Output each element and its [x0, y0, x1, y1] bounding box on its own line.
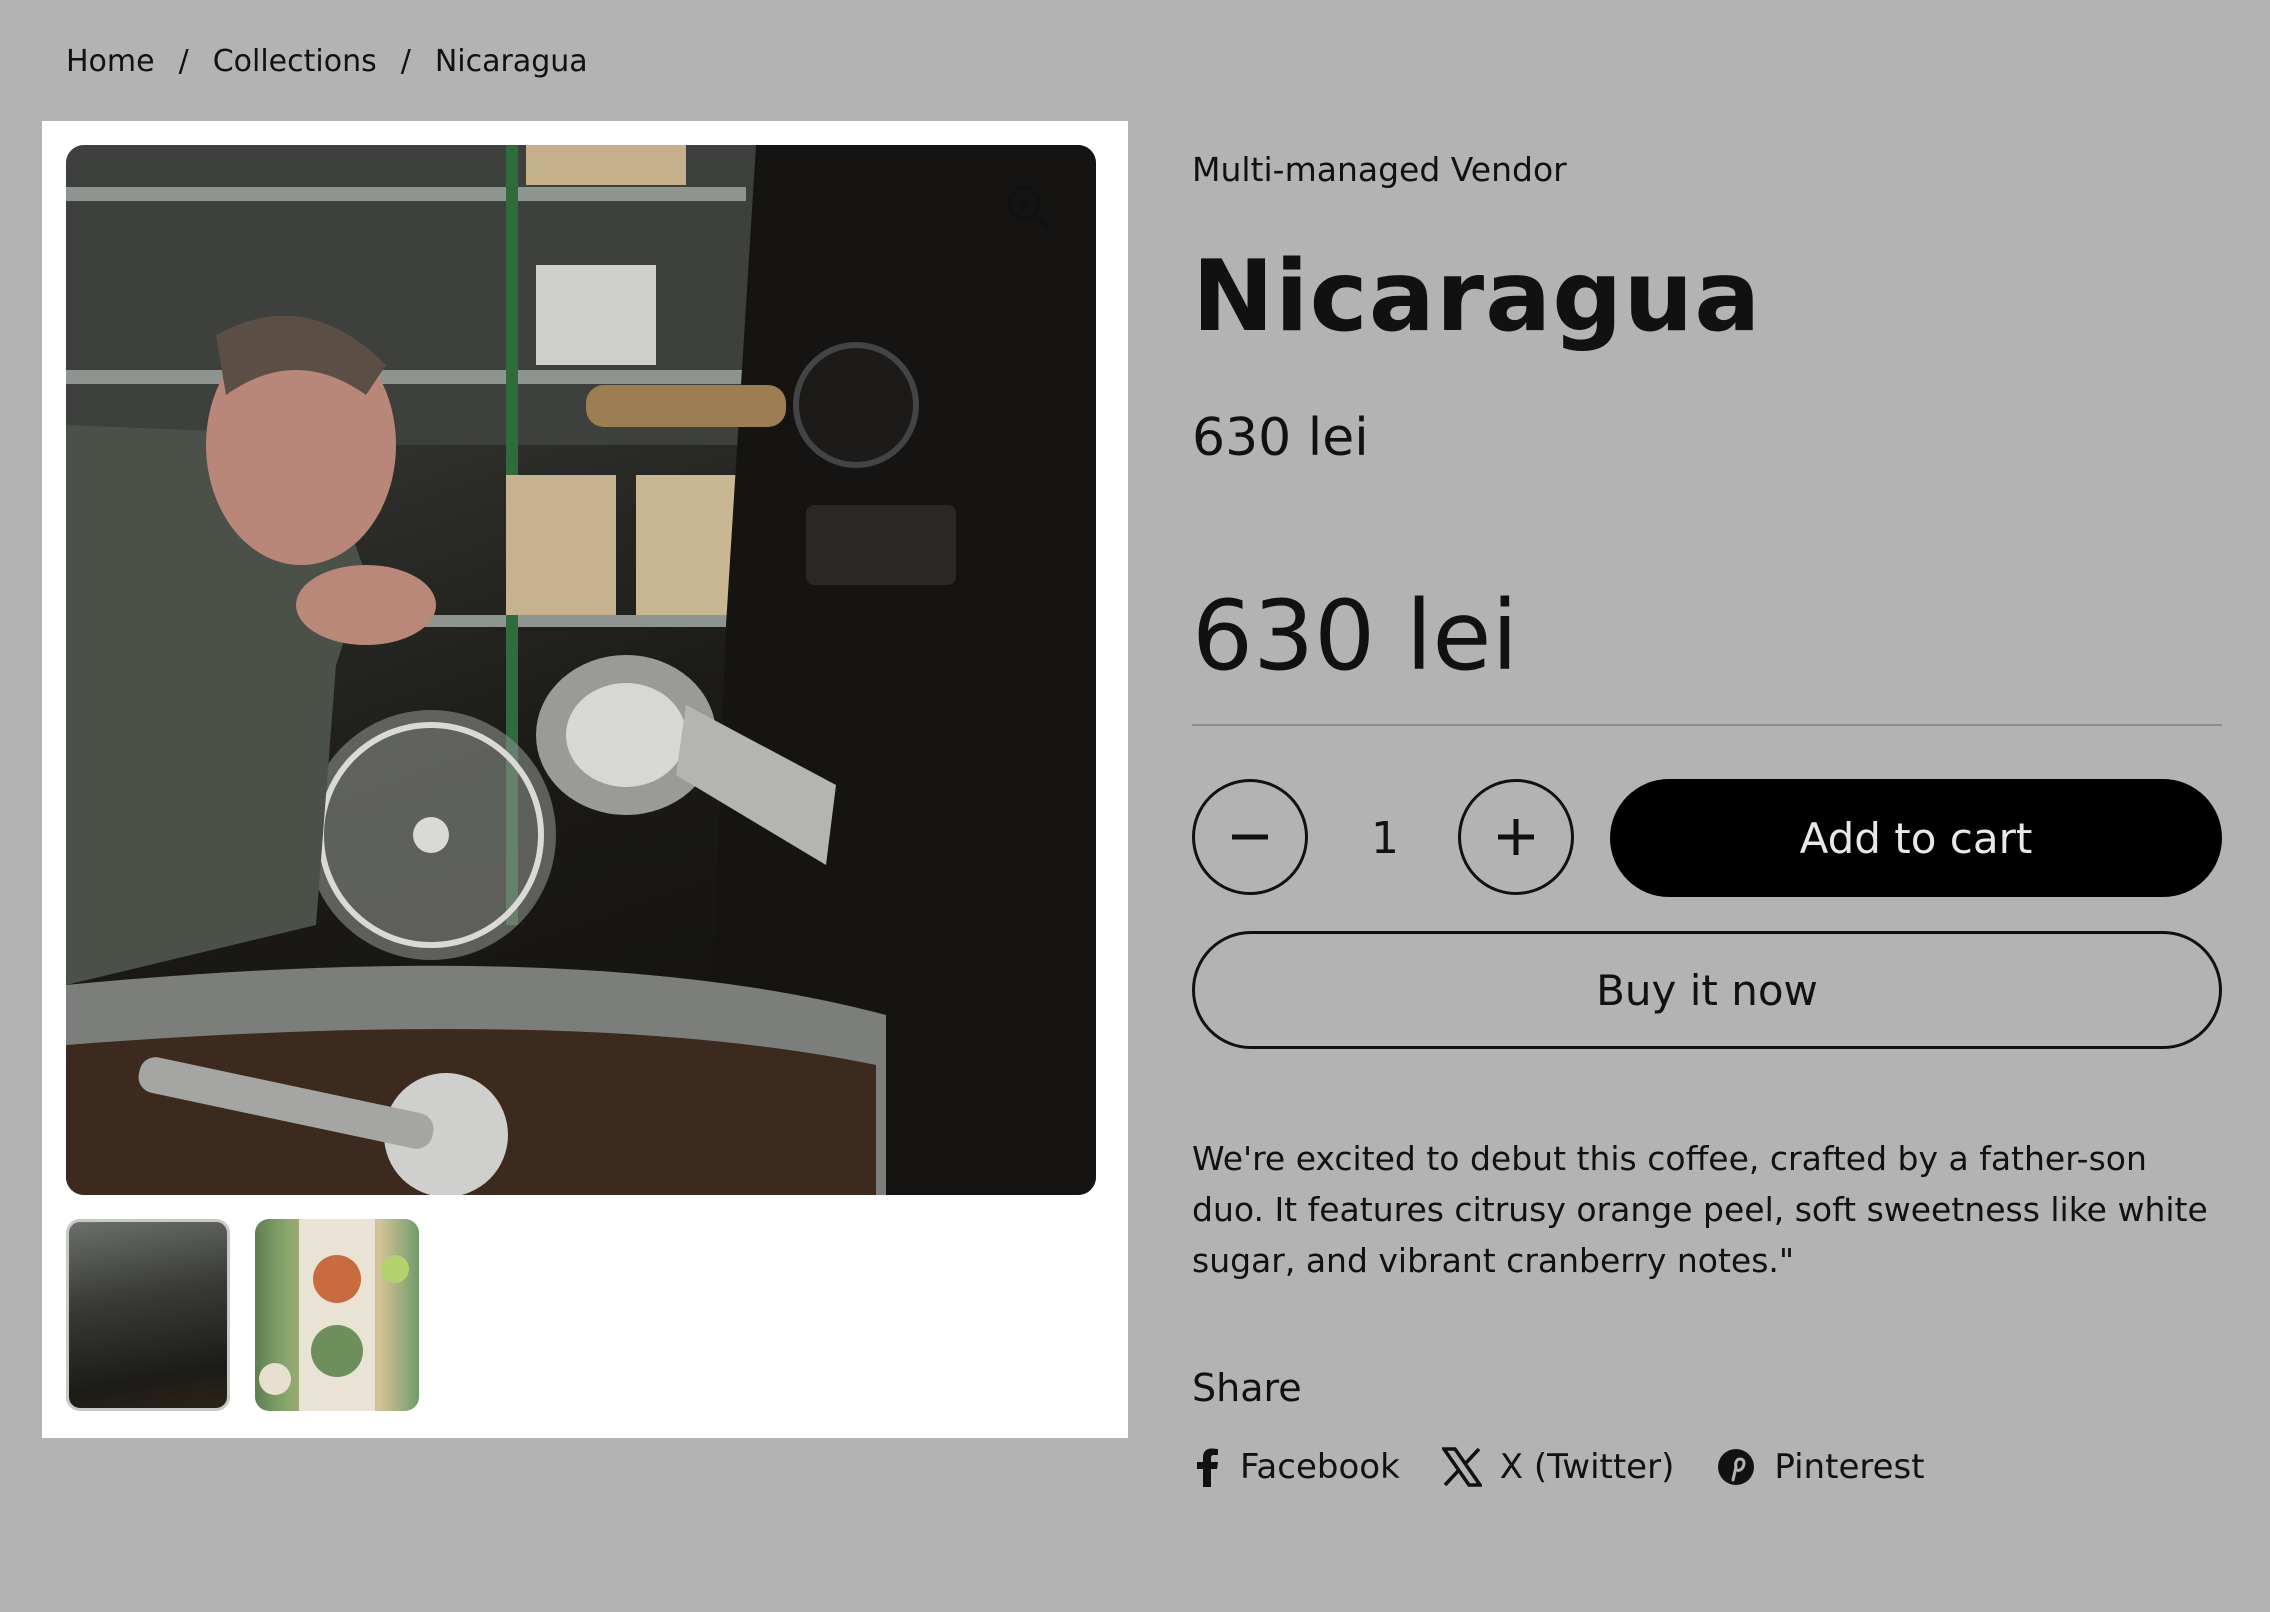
divider — [1192, 724, 2222, 726]
quantity-increase-button[interactable] — [1458, 779, 1574, 895]
share-pinterest-label: Pinterest — [1774, 1447, 1925, 1487]
breadcrumb: Home / Collections / Nicaragua — [66, 44, 588, 79]
facebook-icon — [1197, 1448, 1218, 1487]
product-price-large: 630 lei — [1192, 580, 1519, 692]
share-heading: Share — [1192, 1366, 1302, 1410]
zoom-icon[interactable] — [1004, 183, 1052, 231]
product-price: 630 lei — [1192, 408, 1369, 468]
food-spread-image — [259, 1219, 409, 1411]
product-description: We're excited to debut this coffee, craf… — [1192, 1139, 2208, 1280]
thumbnail-food-spread[interactable] — [255, 1219, 419, 1411]
quantity-decrease-button[interactable] — [1192, 779, 1308, 895]
product-vendor: Multi-managed Vendor — [1192, 150, 1567, 189]
minus-icon — [1232, 834, 1268, 840]
share-twitter-label: X (Twitter) — [1499, 1447, 1675, 1487]
main-product-image[interactable] — [66, 145, 1096, 1195]
pinterest-icon — [1718, 1449, 1755, 1485]
plus-icon — [1498, 819, 1534, 855]
share-pinterest-link[interactable]: Pinterest — [1716, 1447, 1925, 1487]
breadcrumb-separator: / — [400, 44, 411, 79]
coffee-roaster-photo — [66, 145, 1096, 1195]
buy-now-button[interactable]: Buy it now — [1192, 931, 2222, 1049]
product-title: Nicaragua — [1192, 240, 1762, 354]
breadcrumb-current: Nicaragua — [434, 44, 588, 79]
quantity-input[interactable] — [1308, 790, 1462, 888]
share-twitter-link[interactable]: X (Twitter) — [1441, 1447, 1675, 1487]
breadcrumb-separator: / — [178, 44, 189, 79]
thumbnail-roaster[interactable] — [66, 1219, 230, 1411]
add-to-cart-button[interactable]: Add to cart — [1610, 779, 2222, 897]
breadcrumb-home[interactable]: Home — [66, 44, 155, 79]
share-facebook-link[interactable]: Facebook — [1192, 1447, 1400, 1487]
share-facebook-label: Facebook — [1240, 1447, 1400, 1487]
share-links: Facebook X (Twitter) Pinterest — [1192, 1447, 1967, 1487]
breadcrumb-collections[interactable]: Collections — [213, 44, 377, 79]
x-twitter-icon — [1441, 1447, 1482, 1487]
product-gallery — [42, 121, 1128, 1438]
